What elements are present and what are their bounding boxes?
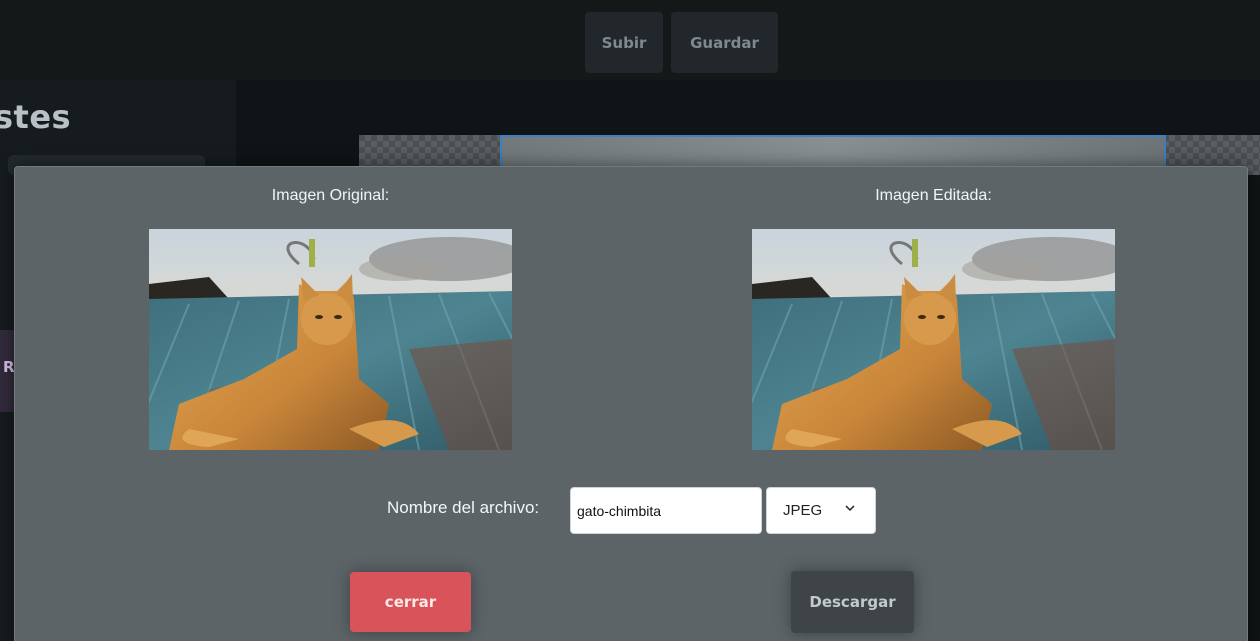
format-selected-value: JPEG	[783, 502, 823, 519]
sidebar-title: stes	[0, 98, 72, 136]
edited-image-preview	[752, 229, 1115, 450]
original-image-preview	[149, 229, 512, 450]
chevron-down-icon	[843, 501, 857, 515]
sidebar-button-label: R	[3, 358, 15, 376]
close-button[interactable]: cerrar	[350, 572, 471, 632]
export-modal: Imagen Original: Imagen Editada: Nombre …	[14, 166, 1248, 641]
filename-input[interactable]	[570, 487, 762, 534]
filename-label: Nombre del archivo:	[387, 498, 540, 517]
edited-image-label: Imagen Editada:	[875, 187, 992, 204]
format-select[interactable]: JPEG	[766, 487, 876, 534]
download-button[interactable]: Descargar	[791, 571, 914, 633]
save-button[interactable]: Guardar	[671, 12, 778, 73]
top-toolbar: Subir Guardar	[0, 0, 1260, 80]
original-image-label: Imagen Original:	[271, 187, 390, 204]
upload-button[interactable]: Subir	[585, 12, 663, 73]
